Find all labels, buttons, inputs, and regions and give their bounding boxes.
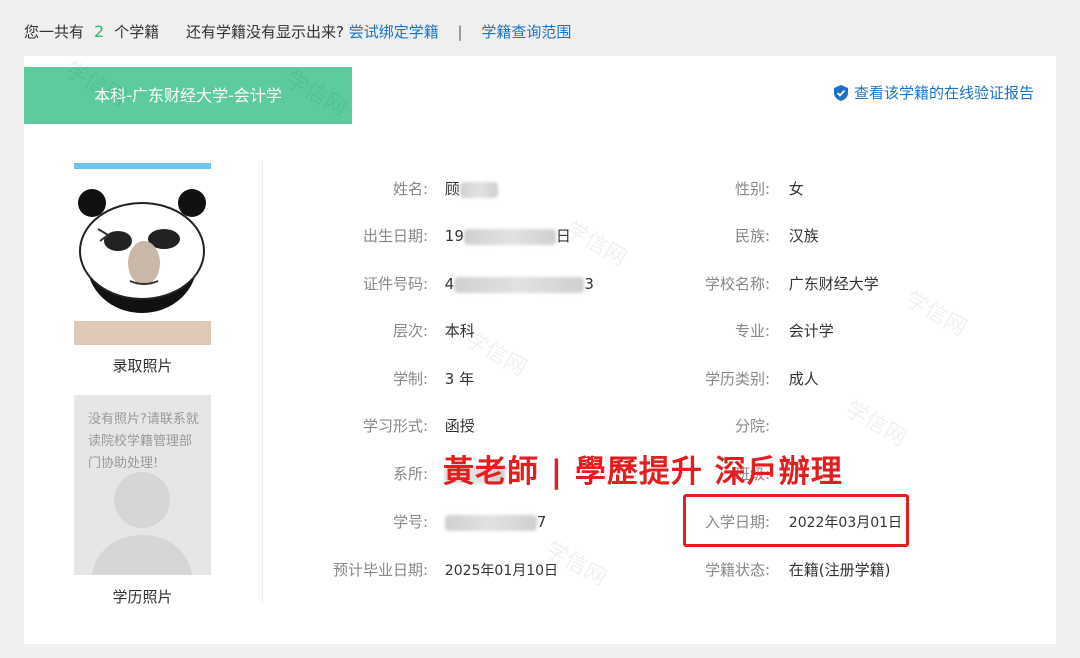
field-ethnicity: 民族: 汉族 xyxy=(650,224,819,248)
summary-suffix: 个学籍 xyxy=(114,23,160,41)
panda-meme-image xyxy=(74,163,211,345)
field-value: 3 年 xyxy=(444,370,475,388)
field-value: 在籍(注册学籍) xyxy=(788,561,891,579)
field-expected-grad: 预计毕业日期: 2025年01月10日 xyxy=(300,558,558,582)
field-label: 学历类别: xyxy=(704,370,770,388)
field-birthdate: 出生日期: 19 日 xyxy=(300,224,571,248)
record-count: 2 xyxy=(94,22,105,41)
field-value: 会计学 xyxy=(788,322,834,340)
field-label: 预计毕业日期: xyxy=(332,561,428,579)
promo-overlay-text: 黃老師 | 學歷提升 深戶辦理 xyxy=(443,454,843,490)
field-label: 学号: xyxy=(392,513,428,531)
field-label: 证件号码: xyxy=(362,275,428,293)
field-gender: 性别: 女 xyxy=(650,177,804,201)
verify-report-link[interactable]: 查看该学籍的在线验证报告 xyxy=(833,82,1034,103)
field-level: 层次: 本科 xyxy=(300,319,475,343)
field-value: 汉族 xyxy=(788,227,819,245)
watermark: 学信网 xyxy=(900,286,971,342)
field-label: 系所: xyxy=(392,465,428,483)
field-branch: 分院: xyxy=(650,414,789,438)
field-value-start: 19 xyxy=(444,227,464,245)
redacted-text xyxy=(454,276,585,293)
field-value: 顾 xyxy=(444,180,460,198)
admission-photo-caption: 录取照片 xyxy=(112,357,173,375)
field-label: 姓名: xyxy=(392,180,428,198)
field-value: 成人 xyxy=(788,370,819,388)
field-value: 函授 xyxy=(444,417,475,435)
field-id-number: 证件号码: 4 3 xyxy=(300,272,594,296)
field-value: 广东财经大学 xyxy=(788,275,879,293)
field-status: 学籍状态: 在籍(注册学籍) xyxy=(650,558,891,582)
field-value: 2025年01月10日 xyxy=(444,563,559,579)
field-value-end: 日 xyxy=(555,227,571,245)
record-summary-bar: 您一共有 2 个学籍 还有学籍没有显示出来? 尝试绑定学籍 | 学籍查询范围 xyxy=(24,20,571,44)
field-label: 民族: xyxy=(734,227,770,245)
avatar-placeholder-icon xyxy=(92,472,192,575)
bind-record-link[interactable]: 尝试绑定学籍 xyxy=(349,23,439,41)
field-value-end: 7 xyxy=(536,513,547,531)
field-label: 专业: xyxy=(734,322,770,340)
field-edu-type: 学历类别: 成人 xyxy=(650,367,819,391)
vertical-divider xyxy=(262,161,263,603)
watermark: 学信网 xyxy=(840,396,911,452)
redacted-text xyxy=(444,514,537,531)
education-photo-caption: 学历照片 xyxy=(112,588,173,606)
field-major: 专业: 会计学 xyxy=(650,319,834,343)
admission-photo xyxy=(74,163,211,345)
field-label: 学习形式: xyxy=(362,417,428,435)
field-school: 学校名称: 广东财经大学 xyxy=(650,272,879,296)
query-scope-link[interactable]: 学籍查询范围 xyxy=(481,23,571,41)
watermark: 学信网 xyxy=(560,216,631,272)
field-name: 姓名: 顾 xyxy=(300,177,498,201)
education-photo-placeholder: 没有照片?请联系就读院校学籍管理部门协助处理! xyxy=(74,395,211,575)
field-label: 性别: xyxy=(734,180,770,198)
field-value-start: 4 xyxy=(444,275,455,293)
verify-report-label: 查看该学籍的在线验证报告 xyxy=(853,84,1034,102)
field-label: 学校名称: xyxy=(704,275,770,293)
field-label: 学制: xyxy=(392,370,428,388)
student-record-card: 本科-广东财经大学-会计学 查看该学籍的在线验证报告 学信网 学信网 学信网 学… xyxy=(24,56,1056,644)
field-student-id: 学号: 7 xyxy=(300,510,546,534)
redacted-text xyxy=(463,228,556,245)
field-value-end: 3 xyxy=(584,275,594,293)
missing-question: 还有学籍没有显示出来? xyxy=(186,23,344,41)
field-duration: 学制: 3 年 xyxy=(300,367,474,391)
summary-prefix: 您一共有 xyxy=(24,23,85,41)
field-label: 分院: xyxy=(734,417,770,435)
shield-check-icon xyxy=(833,84,848,101)
field-value: 女 xyxy=(788,180,804,198)
redacted-text xyxy=(459,181,498,198)
link-separator: | xyxy=(457,23,463,41)
field-label: 学籍状态: xyxy=(704,561,770,579)
field-value: 本科 xyxy=(444,322,475,340)
field-study-form: 学习形式: 函授 xyxy=(300,414,475,438)
field-label: 层次: xyxy=(392,322,428,340)
highlight-box xyxy=(683,494,909,547)
field-label: 出生日期: xyxy=(362,227,428,245)
